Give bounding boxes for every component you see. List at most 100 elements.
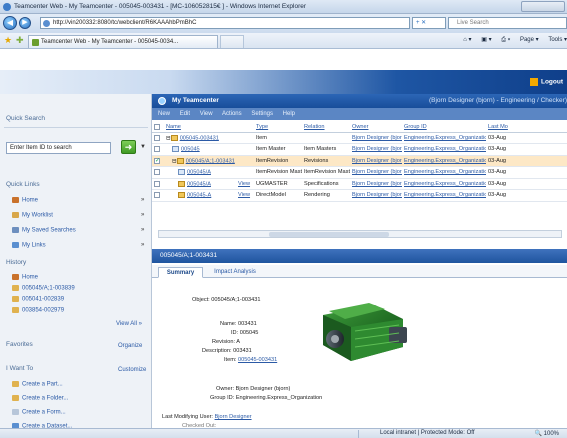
row-name-link[interactable]: 005045-003431 xyxy=(180,135,219,141)
create-part-link[interactable]: Create a Part... xyxy=(12,381,63,388)
view-all-link[interactable]: View All » xyxy=(116,321,142,327)
menu-settings[interactable]: Settings xyxy=(251,111,273,117)
table-row[interactable]: 005045/A ItemRevision Master ItemRevision … xyxy=(152,166,567,179)
row-group-link[interactable]: Engineering.Express_Organization xyxy=(402,166,486,179)
row-owner-link[interactable]: Bjorn Designer (bjorn) xyxy=(350,143,402,156)
row-checkbox[interactable] xyxy=(152,178,164,190)
row-name-link[interactable]: 005045-A xyxy=(187,192,211,198)
row-name-cell[interactable]: ⊟ 005045/A;1-003431 xyxy=(164,155,236,167)
zoom-level[interactable]: 🔍 100% xyxy=(535,430,560,437)
column-header-group-id[interactable]: Group ID xyxy=(402,122,486,133)
column-header-name[interactable]: Name xyxy=(164,122,236,133)
tools-menu[interactable]: Tools ▾ xyxy=(548,37,567,43)
refresh-stop-buttons[interactable]: + ✕ xyxy=(412,17,446,29)
history-item[interactable]: 005041-002839 xyxy=(12,296,64,303)
logout-link[interactable]: Logout xyxy=(529,78,563,86)
row-view-link[interactable] xyxy=(236,166,254,179)
new-tab-button[interactable] xyxy=(220,35,244,48)
row-owner-link[interactable]: Bjorn Designer (bjorn) xyxy=(350,132,402,144)
row-name-cell[interactable]: ⊟ 005045-003431 xyxy=(164,132,236,144)
row-name-cell[interactable]: 005045-A xyxy=(164,189,236,202)
table-row[interactable]: ⊟005045/A;1-003431 ItemRevisionRevisionsB… xyxy=(152,155,567,167)
window-controls[interactable] xyxy=(521,1,565,12)
column-header-relation[interactable]: Relation xyxy=(302,122,350,133)
quick-search-go-button[interactable]: ➜ xyxy=(121,140,136,154)
row-name-link[interactable]: 005045/A xyxy=(187,169,211,175)
menu-view[interactable]: View xyxy=(200,111,213,117)
search-options-dropdown-icon[interactable]: ▼ xyxy=(140,144,146,150)
row-view-link[interactable] xyxy=(236,155,254,167)
menu-help[interactable]: Help xyxy=(283,111,295,117)
table-row[interactable]: 005045/A View UGMASTER Specifications Bjorn … xyxy=(152,178,567,190)
3d-model-preview[interactable] xyxy=(305,297,415,372)
forward-button[interactable]: ▶ xyxy=(19,17,31,29)
item-link[interactable]: 005045-003431 xyxy=(238,357,277,363)
row-name-cell[interactable]: 005045 xyxy=(164,143,236,156)
tab-impact-analysis[interactable]: Impact Analysis xyxy=(206,267,264,278)
row-name-cell[interactable]: 005045/A xyxy=(164,178,236,190)
tab-summary[interactable]: Summary xyxy=(158,267,203,278)
customize-link[interactable]: Customize xyxy=(118,367,146,373)
menu-actions[interactable]: Actions xyxy=(222,111,242,117)
quick-link-saved-searches[interactable]: My Saved Searches xyxy=(12,227,76,234)
row-checkbox[interactable] xyxy=(152,189,164,202)
browser-tab-active[interactable]: Teamcenter Web - My Teamcenter - 005045-… xyxy=(28,35,218,48)
row-checkbox[interactable] xyxy=(152,155,164,167)
row-owner-link[interactable]: Bjorn Designer (bjorn) xyxy=(350,189,402,202)
live-search-input[interactable]: Live Search xyxy=(448,17,567,29)
row-owner-link[interactable]: Bjorn Designer (bjorn) xyxy=(350,166,402,179)
history-item[interactable]: 005045/A;1-003839 xyxy=(12,285,75,292)
row-name-link[interactable]: 005045/A;1-003431 xyxy=(186,158,235,164)
row-view-link[interactable] xyxy=(236,143,254,156)
row-owner-link[interactable]: Bjorn Designer (bjorn) xyxy=(350,178,402,190)
row-owner-link[interactable]: Bjorn Designer (bjorn) xyxy=(350,155,402,167)
quick-search-input[interactable]: Enter Item ID to search xyxy=(6,142,111,154)
row-group-link[interactable]: Engineering.Express_Organization xyxy=(402,132,486,144)
row-group-link[interactable]: Engineering.Express_Organization xyxy=(402,155,486,167)
favorites-star-icon[interactable]: ★ xyxy=(4,36,12,45)
quick-link-my-links[interactable]: My Links xyxy=(12,242,46,249)
url-field[interactable]: http://vin200332:8080/tc/webclient/R6KAA… xyxy=(40,17,410,29)
quick-link-worklist[interactable]: My Worklist xyxy=(12,212,53,219)
menu-edit[interactable]: Edit xyxy=(180,111,190,117)
row-checkbox[interactable] xyxy=(152,132,164,144)
last-modifying-user-link[interactable]: Bjorn Designer xyxy=(215,414,252,420)
column-header-type[interactable]: Type xyxy=(254,122,302,133)
quick-link-home[interactable]: Home xyxy=(12,197,38,204)
row-checkbox[interactable] xyxy=(152,166,164,179)
expand-chevron-icon[interactable]: » xyxy=(141,212,144,218)
row-group-link[interactable]: Engineering.Express_Organization xyxy=(402,178,486,190)
feeds-icon[interactable]: ▣ ▾ xyxy=(481,37,491,43)
page-menu[interactable]: Page ▾ xyxy=(520,37,539,43)
create-folder-link[interactable]: Create a Folder... xyxy=(12,395,68,402)
column-header-owner[interactable]: Owner xyxy=(350,122,402,133)
row-view-link[interactable]: View xyxy=(236,189,254,202)
row-checkbox[interactable] xyxy=(152,143,164,156)
horizontal-scrollbar[interactable] xyxy=(158,230,562,238)
create-form-link[interactable]: Create a Form... xyxy=(12,409,66,416)
organize-link[interactable]: Organize xyxy=(118,343,142,349)
history-item[interactable]: 003854-002979 xyxy=(12,307,64,314)
expand-chevron-icon[interactable]: » xyxy=(141,242,144,248)
table-row[interactable]: 005045 Item Master Item Masters Bjorn Desig… xyxy=(152,143,567,156)
scrollbar-thumb[interactable] xyxy=(269,232,389,237)
table-row[interactable]: ⊟ 005045-003431 Item Bjorn Designer (bjorn)… xyxy=(152,132,567,144)
home-icon[interactable]: ⌂ ▾ xyxy=(463,37,471,43)
history-item[interactable]: Home xyxy=(12,274,38,281)
row-name-link[interactable]: 005045/A xyxy=(187,181,211,187)
row-name-link[interactable]: 005045 xyxy=(181,146,200,152)
back-button[interactable]: ◀ xyxy=(3,16,17,30)
table-row[interactable]: 005045-A View DirectModel Rendering Bjorn De… xyxy=(152,189,567,202)
column-header-last-modified[interactable]: Last Mo xyxy=(486,122,567,133)
row-view-link[interactable] xyxy=(236,132,254,144)
expand-chevron-icon[interactable]: » xyxy=(141,227,144,233)
row-group-link[interactable]: Engineering.Express_Organization xyxy=(402,189,486,202)
select-all-checkbox[interactable] xyxy=(152,122,164,133)
print-icon[interactable]: ⎙ ▾ xyxy=(501,37,510,43)
row-name-cell[interactable]: 005045/A xyxy=(164,166,236,179)
expand-chevron-icon[interactable]: » xyxy=(141,197,144,203)
row-group-link[interactable]: Engineering.Express_Organization xyxy=(402,143,486,156)
add-favorites-icon[interactable]: ✚ xyxy=(16,36,24,45)
menu-new[interactable]: New xyxy=(158,111,170,117)
row-view-link[interactable]: View xyxy=(236,178,254,190)
